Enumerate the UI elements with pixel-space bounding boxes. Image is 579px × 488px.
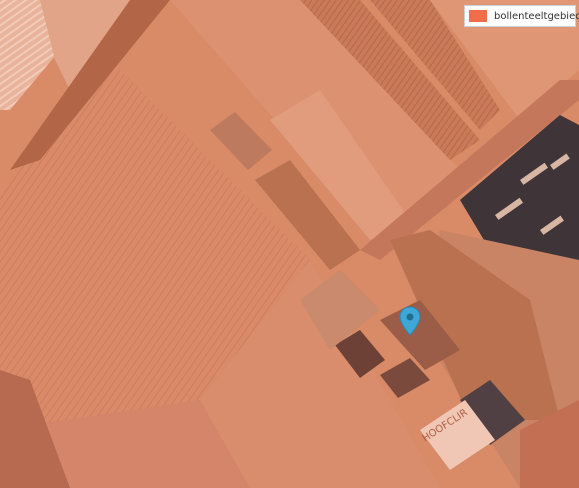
satellite-map[interactable]: HOOFCLIR — [0, 0, 579, 488]
legend-label: bollenteeltgebied — [494, 10, 579, 22]
map-legend: bollenteeltgebied — [464, 5, 579, 27]
map-pin-shape — [399, 306, 421, 336]
map-pin-icon[interactable] — [399, 306, 421, 336]
legend-swatch — [469, 10, 487, 22]
map-pin-dot — [406, 313, 414, 321]
